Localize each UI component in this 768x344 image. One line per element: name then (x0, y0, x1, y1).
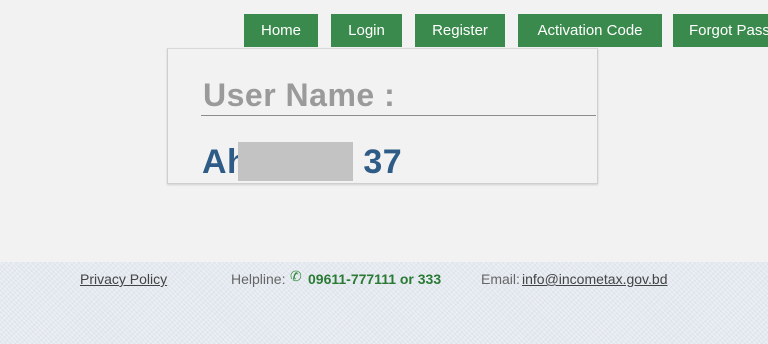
phone-icon: ✆ (290, 268, 302, 284)
nav-home-button[interactable]: Home (244, 14, 318, 47)
username-label: User Name : (203, 77, 396, 113)
nav-activation-code-button[interactable]: Activation Code (518, 14, 662, 47)
privacy-policy-link[interactable]: Privacy Policy (80, 271, 167, 287)
footer: Privacy Policy Helpline: ✆ 09611-777111 … (0, 262, 768, 344)
nav-forgot-password-button[interactable]: Forgot Password (673, 14, 768, 47)
email-label: Email: (481, 271, 520, 287)
nav-register-button[interactable]: Register (415, 14, 505, 47)
divider (201, 115, 596, 116)
nav-login-button[interactable]: Login (331, 14, 402, 47)
username-card: User Name : Ah 37 (167, 48, 598, 184)
helpline-label: Helpline: (231, 271, 286, 287)
email-link[interactable]: info@incometax.gov.bd (522, 271, 667, 287)
username-value-suffix: 37 (363, 143, 403, 181)
redaction-block (238, 142, 353, 181)
helpline-number: 09611-777111 or 333 (308, 271, 442, 287)
